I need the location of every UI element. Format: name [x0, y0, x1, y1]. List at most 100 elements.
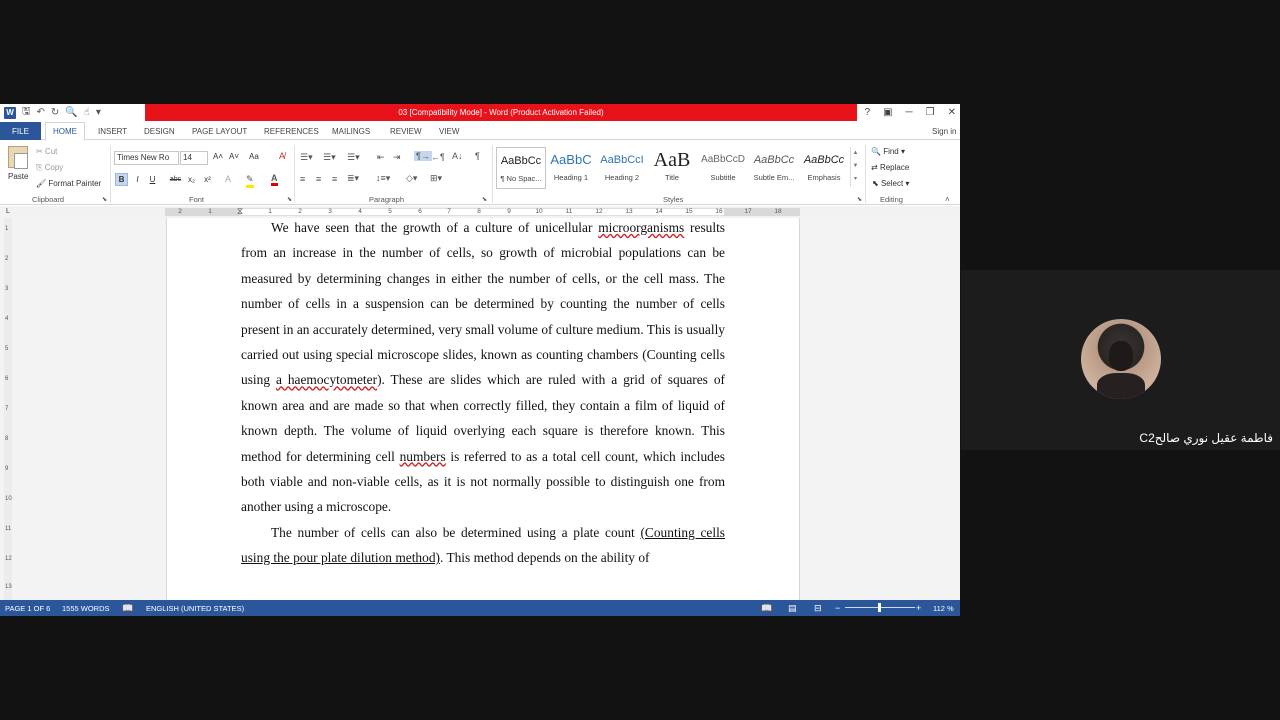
style-no-spacing[interactable]: AaBbCc ¶ No Spac... — [496, 147, 546, 189]
justify-icon[interactable]: ≣▾ — [347, 173, 359, 184]
styles-launcher-icon[interactable]: ⬊ — [857, 196, 862, 203]
show-formatting-button[interactable]: ¶ — [475, 151, 480, 161]
save-icon[interactable]: 🖫 — [22, 104, 31, 121]
tab-design[interactable]: DESIGN — [144, 122, 175, 140]
help-icon[interactable]: ? — [865, 107, 871, 118]
clipboard-launcher-icon[interactable]: ⬊ — [102, 196, 107, 203]
web-layout-icon[interactable]: ⊟ — [814, 600, 822, 616]
cut-button[interactable]: ✂ Cut — [36, 147, 57, 156]
cut-label: Cut — [44, 147, 58, 156]
borders-icon[interactable]: ⊞▾ — [430, 173, 442, 184]
numbering-icon[interactable]: ☰▾ — [323, 152, 336, 163]
style-heading-2[interactable]: AaBbCcI Heading 2 — [597, 147, 647, 189]
tab-references[interactable]: REFERENCES — [264, 122, 319, 140]
redo-icon[interactable]: ↻ — [51, 107, 59, 118]
select-button[interactable]: ⬉ Select ▾ — [872, 179, 909, 188]
tab-mailings[interactable]: MAILINGS — [332, 122, 370, 140]
grammar-flag[interactable]: a haemocytometer — [276, 372, 377, 387]
undo-icon[interactable]: ↶ — [37, 107, 45, 118]
read-mode-icon[interactable]: 📖 — [761, 600, 772, 616]
strikethrough-button[interactable]: abc — [169, 173, 182, 186]
shading-icon[interactable]: ◇▾ — [406, 173, 417, 184]
tab-selector[interactable]: L — [6, 208, 10, 215]
text-effects-icon[interactable]: A — [225, 174, 231, 184]
vruler-number: 12 — [5, 556, 12, 562]
vruler-number: 6 — [5, 376, 9, 382]
align-left-icon[interactable]: ≡ — [300, 174, 305, 184]
collapse-ribbon-icon[interactable]: ˄ — [945, 195, 950, 204]
bold-button[interactable]: B — [115, 173, 128, 186]
ltr-icon[interactable]: ¶→ — [414, 151, 432, 161]
italic-button[interactable]: I — [131, 173, 144, 186]
tab-view[interactable]: VIEW — [439, 122, 459, 140]
bullets-icon[interactable]: ☰▾ — [300, 152, 313, 163]
find-button[interactable]: 🔍 Find ▾ — [871, 147, 905, 156]
participant-tile[interactable]: فاطمة عقيل نوري صالحC2 — [961, 270, 1280, 450]
replace-button[interactable]: ⇄ Replace — [871, 163, 909, 172]
sign-in-link[interactable]: Sign in — [932, 122, 960, 140]
page-count[interactable]: PAGE 1 OF 6 — [5, 600, 50, 616]
superscript-button[interactable]: x² — [201, 173, 214, 186]
zoom-in-button[interactable]: + — [916, 600, 921, 616]
document-area[interactable]: 1 2 3 4 5 6 7 8 9 10 11 12 13 We have se… — [0, 218, 960, 600]
tab-review[interactable]: REVIEW — [390, 122, 422, 140]
style-subtle-emphasis[interactable]: AaBbCc Subtle Em... — [749, 147, 799, 189]
tab-file[interactable]: FILE — [0, 122, 41, 140]
shrink-font-button[interactable]: A˅ — [229, 152, 239, 161]
zoom-out-button[interactable]: − — [835, 600, 840, 616]
paste-icon[interactable] — [8, 146, 28, 169]
font-color-icon[interactable]: A — [271, 173, 278, 186]
zoom-level[interactable]: 112 % — [933, 600, 954, 616]
grammar-flag[interactable]: numbers — [400, 449, 446, 464]
font-name-field[interactable]: Times New Ro — [114, 151, 179, 165]
copy-button[interactable]: ⎘ Copy — [36, 163, 63, 173]
paragraph-2[interactable]: The number of cells can also be determin… — [241, 520, 725, 571]
clear-formatting-icon[interactable]: A̸ — [279, 151, 285, 161]
subscript-button[interactable]: x₂ — [185, 173, 198, 186]
style-name: Subtitle — [710, 173, 736, 182]
font-launcher-icon[interactable]: ⬊ — [287, 196, 292, 203]
align-right-icon[interactable]: ≡ — [332, 174, 337, 184]
paragraph-1[interactable]: We have seen that the growth of a cultur… — [241, 218, 725, 520]
tab-insert[interactable]: INSERT — [98, 122, 127, 140]
touch-mode-icon[interactable]: ☝ — [84, 107, 90, 118]
line-spacing-icon[interactable]: ↕≡▾ — [376, 173, 390, 184]
styles-gallery-scroll[interactable]: ▲ ▼ ▾ — [850, 147, 860, 187]
multilevel-list-icon[interactable]: ☰▾ — [347, 152, 360, 163]
tab-home[interactable]: HOME — [45, 122, 85, 141]
document-page[interactable]: We have seen that the growth of a cultur… — [166, 218, 800, 600]
print-layout-icon[interactable]: ▤ — [788, 600, 797, 616]
format-painter-button[interactable]: 🖌 Format Painter — [36, 179, 101, 188]
close-icon[interactable]: ✕ — [948, 107, 956, 118]
decrease-indent-icon[interactable]: ⇤ — [377, 152, 385, 163]
highlight-color-icon[interactable]: ✎ — [246, 174, 254, 188]
paste-button[interactable]: Paste — [8, 172, 28, 181]
spelling-flag[interactable]: microorganisms — [598, 220, 684, 235]
style-subtitle[interactable]: AaBbCcD Subtitle — [698, 147, 748, 189]
sort-icon[interactable]: A↓ — [452, 151, 463, 161]
horizontal-ruler[interactable]: L 2 1 ⧖ 1 2 3 4 5 6 7 8 9 10 11 12 13 14… — [0, 206, 960, 218]
style-title[interactable]: AaB Title — [647, 147, 697, 189]
print-preview-icon[interactable]: 🔍 — [65, 107, 77, 118]
grow-font-button[interactable]: A˄ — [213, 152, 223, 161]
rtl-icon[interactable]: ←¶ — [431, 152, 445, 162]
tab-page-layout[interactable]: PAGE LAYOUT — [192, 122, 247, 140]
language-indicator[interactable]: ENGLISH (UNITED STATES) — [146, 600, 244, 616]
document-body[interactable]: We have seen that the growth of a cultur… — [241, 218, 725, 571]
font-size-field[interactable]: 14 — [180, 151, 208, 165]
underline-button[interactable]: U — [146, 173, 159, 186]
word-count[interactable]: 1555 WORDS — [62, 600, 110, 616]
indent-marker-icon[interactable]: ⧖ — [237, 206, 243, 217]
restore-icon[interactable]: ❐ — [926, 107, 935, 118]
proofing-icon[interactable]: 📖 — [122, 600, 133, 616]
ribbon-display-icon[interactable]: ▣ — [883, 107, 892, 118]
align-center-icon[interactable]: ≡ — [316, 174, 321, 184]
style-emphasis[interactable]: AaBbCc Emphasis — [799, 147, 849, 189]
change-case-button[interactable]: Aa — [249, 152, 259, 161]
customize-qat-icon[interactable]: ▾ — [96, 107, 101, 118]
increase-indent-icon[interactable]: ⇥ — [393, 152, 401, 163]
zoom-slider-thumb[interactable] — [878, 603, 881, 612]
paragraph-launcher-icon[interactable]: ⬊ — [482, 196, 487, 203]
style-heading-1[interactable]: AaBbC Heading 1 — [546, 147, 596, 189]
minimize-icon[interactable]: ─ — [906, 107, 913, 118]
